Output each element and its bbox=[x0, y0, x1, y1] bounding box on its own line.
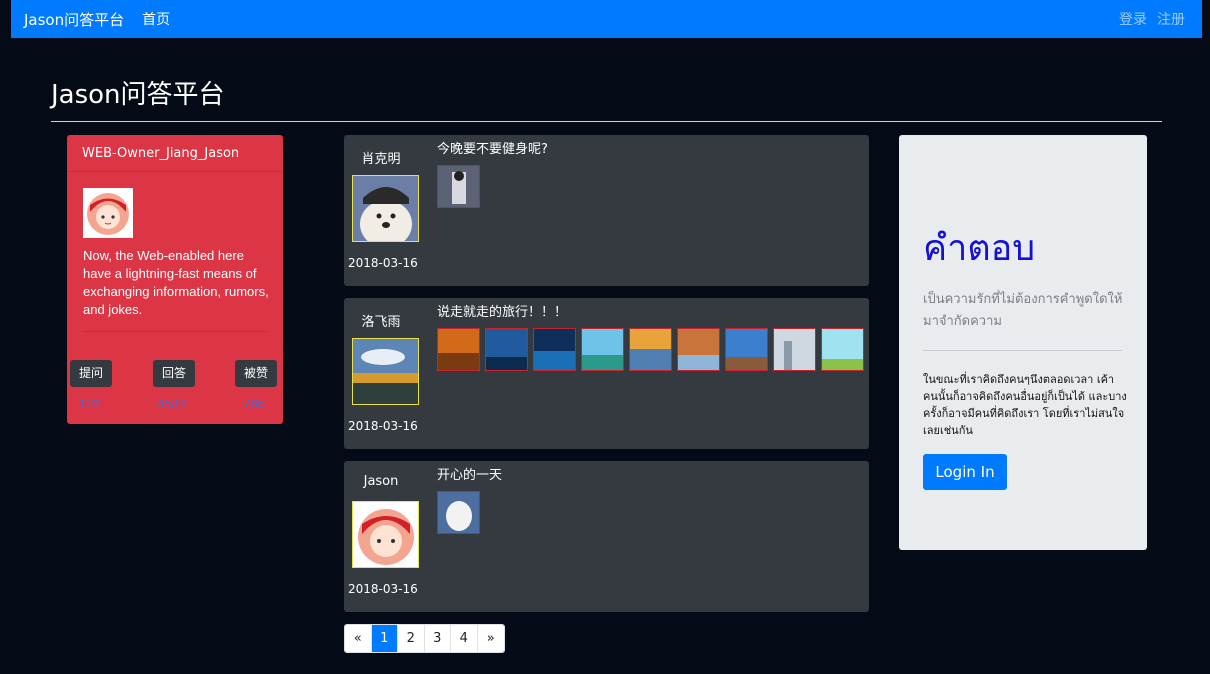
question-date: 2018-03-16 bbox=[348, 256, 418, 270]
register-link[interactable]: 注册 bbox=[1157, 9, 1185, 29]
question-image-thumb[interactable] bbox=[629, 328, 672, 371]
author-avatar[interactable] bbox=[352, 501, 419, 568]
question-author[interactable]: Jason bbox=[344, 474, 418, 489]
pagination-prev[interactable]: « bbox=[345, 625, 372, 652]
pagination-page-3[interactable]: 3 bbox=[424, 625, 451, 652]
question-image-thumb[interactable] bbox=[677, 328, 720, 371]
top-navbar: Jason问答平台 首页 登录 注册 bbox=[11, 0, 1202, 38]
answers-button[interactable]: 回答 bbox=[153, 360, 196, 387]
question-image-thumb[interactable] bbox=[437, 165, 480, 208]
jumbotron-lead: เป็นความรักที่ไม่ต้องการคำพูดใดให้มาจำกั… bbox=[923, 292, 1123, 329]
question-images bbox=[437, 165, 480, 208]
title-divider bbox=[51, 121, 1162, 122]
pagination-next[interactable]: » bbox=[477, 625, 504, 652]
question-images bbox=[437, 491, 480, 534]
author-avatar[interactable] bbox=[352, 338, 419, 405]
brand-link[interactable]: Jason问答平台 bbox=[24, 9, 124, 30]
jumbotron-title: คำตอบ bbox=[923, 228, 1036, 269]
question-images bbox=[437, 328, 864, 371]
profile-bio: Now, the Web-enabled here have a lightni… bbox=[83, 248, 269, 317]
nav-home-link[interactable]: 首页 bbox=[142, 9, 170, 29]
login-link[interactable]: 登录 bbox=[1119, 9, 1147, 29]
question-author[interactable]: 洛飞雨 bbox=[344, 311, 418, 330]
question-title[interactable]: 说走就走的旅行！！！ bbox=[437, 301, 567, 320]
questions-count: 122 bbox=[79, 396, 101, 411]
question-image-thumb[interactable] bbox=[725, 328, 768, 371]
question-date: 2018-03-16 bbox=[348, 582, 418, 596]
jumbotron-divider bbox=[923, 350, 1122, 351]
question-card[interactable]: 肖克明 2018-03-16 今晚要不要健身呢? bbox=[344, 135, 869, 286]
likes-button[interactable]: 被赞 bbox=[235, 360, 278, 387]
profile-avatar bbox=[83, 188, 133, 238]
question-image-thumb[interactable] bbox=[581, 328, 624, 371]
question-title[interactable]: 开心的一天 bbox=[437, 464, 502, 483]
answers-count: 4534 bbox=[157, 396, 186, 411]
author-avatar[interactable] bbox=[352, 175, 419, 242]
question-image-thumb[interactable] bbox=[533, 328, 576, 371]
question-image-thumb[interactable] bbox=[773, 328, 816, 371]
question-title[interactable]: 今晚要不要健身呢? bbox=[437, 138, 548, 157]
question-date: 2018-03-16 bbox=[348, 419, 418, 433]
pagination-page-4[interactable]: 4 bbox=[451, 625, 478, 652]
question-card[interactable]: Jason 2018-03-16 开心的一天 bbox=[344, 461, 869, 612]
pagination-page-2[interactable]: 2 bbox=[398, 625, 425, 652]
pagination-page-1[interactable]: 1 bbox=[371, 625, 398, 652]
question-image-thumb[interactable] bbox=[437, 328, 480, 371]
question-image-thumb[interactable] bbox=[485, 328, 528, 371]
question-image-thumb[interactable] bbox=[821, 328, 864, 371]
profile-header: WEB-Owner_Jiang_Jason bbox=[67, 135, 283, 172]
likes-count: 765 bbox=[243, 396, 265, 411]
page-title: Jason问答平台 bbox=[51, 80, 225, 110]
pagination: « 1 2 3 4 » bbox=[344, 624, 505, 653]
info-jumbotron: คำตอบ เป็นความรักที่ไม่ต้องการคำพูดใดให้… bbox=[899, 135, 1147, 550]
jumbotron-text: ในขณะที่เราคิดถึงคนๆนึงตลอดเวลา เค้าคนนั… bbox=[923, 373, 1127, 437]
question-author[interactable]: 肖克明 bbox=[344, 148, 418, 167]
login-button[interactable]: Login In bbox=[923, 454, 1007, 490]
question-image-thumb[interactable] bbox=[437, 491, 480, 534]
questions-button[interactable]: 提问 bbox=[70, 360, 113, 387]
profile-card: WEB-Owner_Jiang_Jason Now, the Web-enabl… bbox=[67, 135, 283, 424]
profile-divider bbox=[83, 331, 267, 332]
question-card[interactable]: 洛飞雨 2018-03-16 说走就走的旅行！！！ bbox=[344, 298, 869, 449]
nav-auth-links: 登录 注册 bbox=[1119, 9, 1185, 29]
